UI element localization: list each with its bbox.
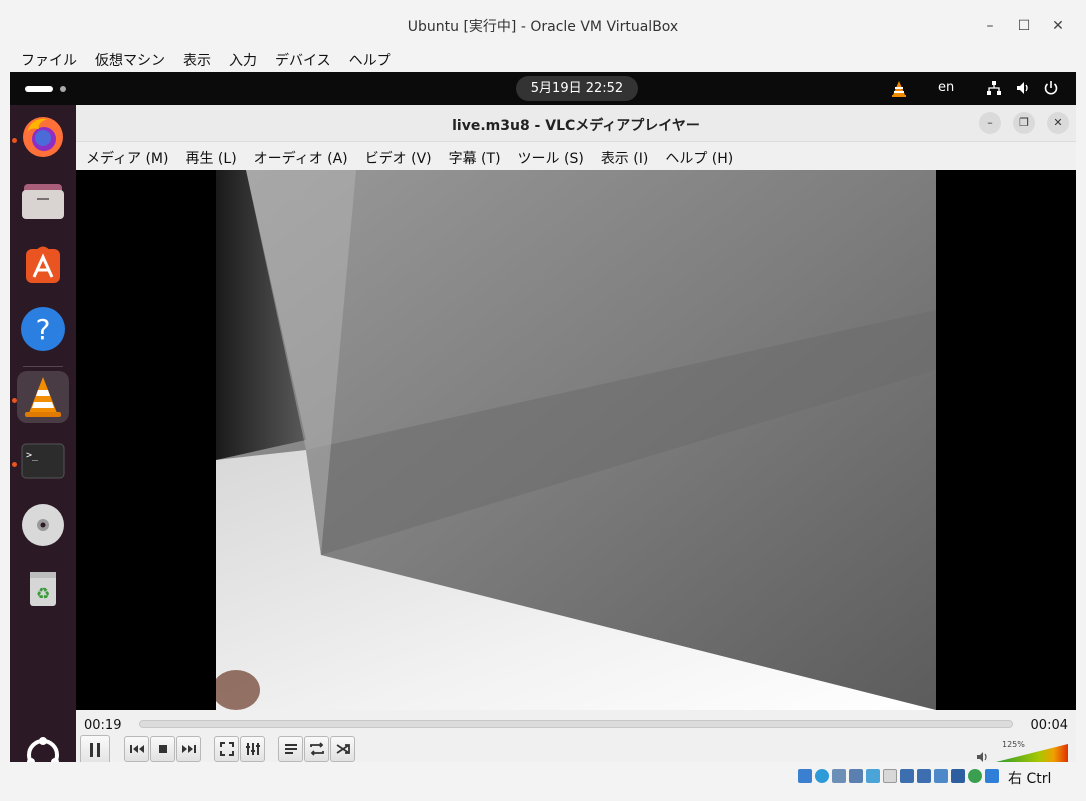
- menu-machine[interactable]: 仮想マシン: [84, 46, 172, 72]
- loop-button[interactable]: [304, 736, 329, 762]
- shuffle-button[interactable]: [330, 736, 355, 762]
- menu-view[interactable]: 表示: [172, 46, 218, 72]
- video-area[interactable]: [76, 170, 1076, 710]
- previous-icon: [130, 745, 144, 753]
- virtualization-icon[interactable]: [951, 769, 965, 783]
- firefox-icon[interactable]: [17, 111, 69, 163]
- gnome-top-bar: 5月19日 22:52 en: [10, 72, 1076, 105]
- maximize-icon[interactable]: ☐: [1012, 14, 1036, 38]
- input-language[interactable]: en: [938, 80, 954, 95]
- playlist-button[interactable]: [278, 736, 303, 762]
- virtualbox-titlebar: Ubuntu [実行中] - Oracle VM VirtualBox – ☐ …: [0, 0, 1086, 46]
- stop-button[interactable]: [150, 736, 175, 762]
- svg-text:♻: ♻: [36, 584, 50, 603]
- files-icon[interactable]: [17, 175, 69, 227]
- dvd-icon[interactable]: [17, 499, 69, 551]
- menu-help[interactable]: ヘルプ: [338, 46, 398, 72]
- vlc-title: live.m3u8 - VLCメディアプレイヤー: [452, 118, 700, 134]
- vlc-tray-icon[interactable]: [890, 80, 908, 98]
- close-icon[interactable]: ✕: [1046, 14, 1070, 38]
- fullscreen-button[interactable]: [214, 736, 239, 762]
- vlc-titlebar: live.m3u8 - VLCメディアプレイヤー – ❐ ✕: [76, 105, 1076, 142]
- fullscreen-icon: [220, 742, 234, 756]
- svg-text:?: ?: [36, 313, 51, 346]
- seek-bar[interactable]: [139, 720, 1013, 728]
- dock-separator: [23, 366, 63, 367]
- pause-button[interactable]: [80, 735, 110, 765]
- vlc-menu-audio[interactable]: オーディオ (A): [244, 142, 355, 170]
- audio-icon[interactable]: [832, 769, 846, 783]
- menu-devices[interactable]: デバイス: [264, 46, 338, 72]
- virtualbox-statusbar: 右 Ctrl: [10, 762, 1076, 793]
- shared-folders-icon[interactable]: [883, 769, 897, 783]
- vlc-window: live.m3u8 - VLCメディアプレイヤー – ❐ ✕ メディア (M) …: [76, 105, 1076, 793]
- usb-icon[interactable]: [866, 769, 880, 783]
- menu-input[interactable]: 入力: [218, 46, 264, 72]
- virtualbox-menubar: ファイル 仮想マシン 表示 入力 デバイス ヘルプ: [10, 46, 1076, 72]
- equalizer-icon: [246, 743, 260, 755]
- volume-percent: 125%: [1002, 740, 1025, 749]
- power-icon[interactable]: [1042, 79, 1060, 97]
- guest-additions-icon[interactable]: [968, 769, 982, 783]
- next-icon: [182, 745, 196, 753]
- workspace-indicator: [60, 86, 66, 92]
- terminal-icon[interactable]: >_: [17, 435, 69, 487]
- vlc-menu-tools[interactable]: ツール (S): [508, 142, 591, 170]
- next-button[interactable]: [176, 736, 201, 762]
- menu-file[interactable]: ファイル: [10, 46, 84, 72]
- hard-disk-icon[interactable]: [798, 769, 812, 783]
- vlc-menu-video[interactable]: ビデオ (V): [355, 142, 439, 170]
- vlc-menu-view[interactable]: 表示 (I): [591, 142, 656, 170]
- stop-icon: [159, 745, 167, 753]
- vlc-menu-help[interactable]: ヘルプ (H): [655, 142, 740, 170]
- virtualbox-title: Ubuntu [実行中] - Oracle VM VirtualBox: [407, 19, 679, 35]
- total-time[interactable]: 00:04: [1031, 718, 1068, 733]
- host-key: 右 Ctrl: [1008, 771, 1052, 787]
- speaker-icon[interactable]: [1014, 79, 1032, 97]
- vlc-minimize-icon[interactable]: –: [979, 112, 1001, 134]
- playlist-icon: [285, 744, 297, 754]
- app-center-icon[interactable]: [17, 239, 69, 291]
- vlc-icon[interactable]: [17, 371, 69, 423]
- vlc-restore-icon[interactable]: ❐: [1013, 112, 1035, 134]
- virtualbox-window: Ubuntu [実行中] - Oracle VM VirtualBox – ☐ …: [0, 0, 1086, 801]
- video-frame: [216, 170, 936, 710]
- ubuntu-dock: ? >_ ♻: [10, 105, 76, 793]
- previous-button[interactable]: [124, 736, 149, 762]
- clock[interactable]: 5月19日 22:52: [516, 76, 638, 101]
- activities-button[interactable]: [25, 86, 53, 92]
- guest-screen: 5月19日 22:52 en ? >_ ♻ live.m3u8 - VLCメディ…: [10, 72, 1076, 793]
- optical-drive-icon[interactable]: [815, 769, 829, 783]
- trash-icon[interactable]: ♻: [17, 563, 69, 615]
- network-adapter-icon[interactable]: [849, 769, 863, 783]
- vlc-menu-media[interactable]: メディア (M): [76, 142, 175, 170]
- help-icon[interactable]: ?: [17, 303, 69, 355]
- cpu-icon[interactable]: [934, 769, 948, 783]
- mouse-integration-icon[interactable]: [985, 769, 999, 783]
- vlc-menu-subtitle[interactable]: 字幕 (T): [439, 142, 508, 170]
- vlc-menubar: メディア (M) 再生 (L) オーディオ (A) ビデオ (V) 字幕 (T)…: [76, 142, 1076, 170]
- minimize-icon[interactable]: –: [978, 14, 1002, 38]
- display-icon[interactable]: [900, 769, 914, 783]
- recording-icon[interactable]: [917, 769, 931, 783]
- shuffle-icon: [336, 744, 350, 754]
- loop-icon: [310, 742, 324, 756]
- vlc-close-icon[interactable]: ✕: [1047, 112, 1069, 134]
- vlc-menu-playback[interactable]: 再生 (L): [175, 142, 243, 170]
- network-icon[interactable]: [985, 79, 1003, 97]
- svg-text:>_: >_: [26, 450, 39, 461]
- pause-icon: [90, 743, 100, 757]
- extended-settings-button[interactable]: [240, 736, 265, 762]
- elapsed-time: 00:19: [84, 718, 122, 733]
- status-icons: [798, 769, 999, 783]
